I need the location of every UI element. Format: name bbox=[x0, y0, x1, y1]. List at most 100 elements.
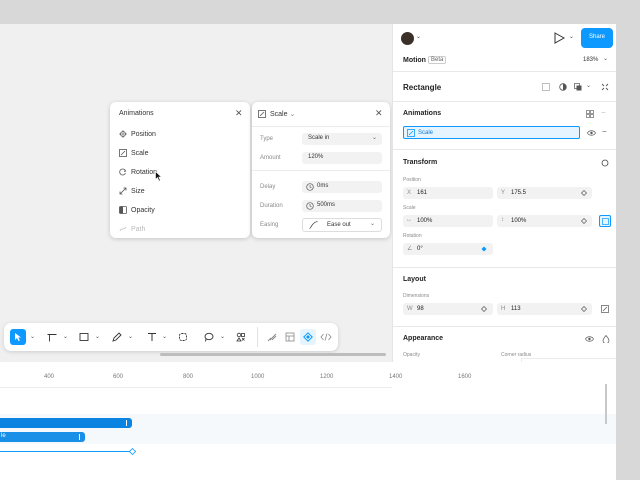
animation-option-label: Path bbox=[131, 225, 146, 233]
detach-icon[interactable] bbox=[601, 83, 609, 91]
path-icon bbox=[119, 225, 127, 233]
move-tool-button[interactable] bbox=[10, 329, 26, 345]
window-scrollbar[interactable] bbox=[605, 384, 607, 424]
animation-item-scale[interactable]: Scale bbox=[403, 126, 580, 139]
scale-popup-header[interactable]: Scale ⌄ bbox=[258, 110, 295, 119]
timeline-bar-scale[interactable]: le bbox=[0, 432, 85, 442]
boolean-icon[interactable] bbox=[574, 83, 582, 91]
eye-icon[interactable] bbox=[585, 335, 594, 343]
chevron-down-icon[interactable]: ⌄ bbox=[220, 333, 225, 340]
tick-label: 1600 bbox=[458, 374, 472, 380]
tick-label: 1400 bbox=[389, 374, 403, 380]
x-position-input[interactable]: X 161 bbox=[403, 187, 493, 199]
keyframe-diamond-icon[interactable] bbox=[128, 447, 137, 457]
resize-to-fit-icon[interactable] bbox=[601, 305, 609, 313]
rotation-input[interactable]: ∠ 0° bbox=[403, 243, 493, 255]
scale-popup-title: Scale bbox=[270, 111, 288, 118]
chevron-down-icon[interactable]: ⌄ bbox=[586, 82, 591, 89]
animation-option-rotation[interactable]: Rotation bbox=[119, 168, 157, 176]
beta-badge: Beta bbox=[428, 56, 447, 64]
mask-icon[interactable] bbox=[559, 83, 567, 91]
keyframe-diamond-icon[interactable] bbox=[581, 190, 587, 198]
draw-mode-button[interactable] bbox=[264, 329, 280, 345]
chevron-down-icon[interactable]: ⌄ bbox=[30, 333, 35, 340]
ui3-mode-button[interactable] bbox=[282, 329, 298, 345]
text-icon bbox=[148, 333, 156, 341]
grid-icon[interactable] bbox=[586, 110, 594, 118]
lasso-tool-button[interactable] bbox=[201, 329, 217, 345]
component-icon[interactable] bbox=[542, 83, 550, 91]
animation-option-scale[interactable]: Scale bbox=[119, 149, 149, 157]
clock-icon bbox=[306, 202, 314, 212]
animation-option-label: Size bbox=[131, 187, 145, 195]
tick-label: 800 bbox=[183, 374, 194, 380]
angle-icon: ∠ bbox=[407, 246, 413, 252]
actions-tool-button[interactable] bbox=[233, 329, 249, 345]
tools-toolbar: ⌄ ⌄ ⌄ ⌄ ⌄ ⌄ bbox=[4, 323, 338, 351]
scale-label: Scale bbox=[403, 205, 416, 211]
dev-mode-button[interactable] bbox=[318, 329, 334, 345]
keyframe-diamond-icon[interactable] bbox=[481, 306, 487, 314]
scale-x-input[interactable]: ↔ 100% bbox=[403, 215, 493, 227]
frame-tool-button[interactable] bbox=[44, 329, 60, 345]
close-icon[interactable]: ✕ bbox=[235, 108, 243, 119]
motion-mode-button[interactable] bbox=[300, 329, 316, 345]
keyframe-diamond-icon[interactable] bbox=[581, 306, 587, 314]
constrain-proportions-button[interactable] bbox=[599, 215, 611, 227]
zoom-level[interactable]: 183% bbox=[583, 57, 598, 63]
share-button[interactable]: Share bbox=[581, 28, 613, 48]
easing-select[interactable]: Ease out ⌄ bbox=[302, 218, 382, 232]
selection-name: Rectangle bbox=[403, 83, 442, 92]
resources-tool-button[interactable] bbox=[175, 329, 191, 345]
eye-icon[interactable] bbox=[587, 129, 596, 137]
canvas-scrollbar[interactable] bbox=[160, 353, 386, 356]
avatar[interactable] bbox=[401, 32, 414, 45]
tick-label: 1000 bbox=[251, 374, 265, 380]
duration-input[interactable]: 500ms bbox=[302, 200, 382, 212]
chevron-down-icon[interactable]: ⌄ bbox=[128, 333, 133, 340]
animation-option-opacity[interactable]: Opacity bbox=[119, 206, 155, 214]
shape-tool-button[interactable] bbox=[76, 329, 92, 345]
keyframe-diamond-icon[interactable] bbox=[481, 246, 487, 254]
width-input[interactable]: W 98 bbox=[403, 303, 493, 315]
pen-tool-button[interactable] bbox=[109, 329, 125, 345]
mouse-cursor-icon bbox=[155, 170, 163, 184]
rectangle-icon bbox=[79, 333, 89, 341]
rotate-icon bbox=[119, 168, 127, 176]
close-icon[interactable]: ✕ bbox=[375, 108, 383, 119]
present-button[interactable] bbox=[553, 32, 566, 46]
diamond-icon bbox=[303, 332, 313, 342]
scale-y-input[interactable]: ↕ 100% bbox=[497, 215, 592, 227]
timeline-bar-group[interactable] bbox=[0, 418, 132, 428]
y-position-input[interactable]: Y 175.5 bbox=[497, 187, 592, 199]
divider bbox=[252, 126, 390, 127]
height-input[interactable]: H 113 bbox=[497, 303, 592, 315]
chevron-down-icon[interactable]: ⌄ bbox=[95, 333, 100, 340]
delay-input[interactable]: 0ms bbox=[302, 181, 382, 193]
vertical-arrows-icon: ↕ bbox=[501, 217, 504, 223]
type-select[interactable]: Scale in ⌄ bbox=[302, 133, 382, 145]
animation-option-position[interactable]: Position bbox=[119, 130, 156, 138]
text-tool-button[interactable] bbox=[144, 329, 160, 345]
bar-end-handle[interactable] bbox=[79, 434, 80, 440]
h-prefix: H bbox=[501, 306, 506, 312]
chevron-down-icon[interactable]: ⌄ bbox=[569, 33, 574, 40]
chevron-down-icon[interactable]: ⌄ bbox=[162, 333, 167, 340]
canvas[interactable]: Animations ✕ Position Scale Rotation Siz… bbox=[0, 24, 392, 362]
droplet-icon[interactable] bbox=[602, 334, 610, 344]
circle-icon[interactable] bbox=[601, 159, 609, 167]
chevron-down-icon[interactable]: ⌄ bbox=[603, 55, 608, 62]
keyframe-diamond-icon[interactable] bbox=[581, 218, 587, 226]
code-icon bbox=[320, 333, 332, 341]
chevron-down-icon[interactable]: ⌄ bbox=[63, 333, 68, 340]
bar-end-handle[interactable] bbox=[126, 420, 127, 426]
easing-value: Ease out bbox=[327, 222, 351, 228]
minus-icon[interactable]: − bbox=[602, 127, 607, 136]
animation-option-size[interactable]: Size bbox=[119, 187, 145, 195]
divider bbox=[393, 149, 616, 150]
resources-icon bbox=[179, 333, 187, 341]
minus-icon[interactable]: − bbox=[601, 108, 606, 117]
timeline[interactable]: 400 600 800 1000 1200 1400 1600 le bbox=[0, 362, 616, 480]
amount-input[interactable]: 120% bbox=[302, 152, 382, 164]
chevron-down-icon[interactable]: ⌄ bbox=[416, 33, 421, 40]
